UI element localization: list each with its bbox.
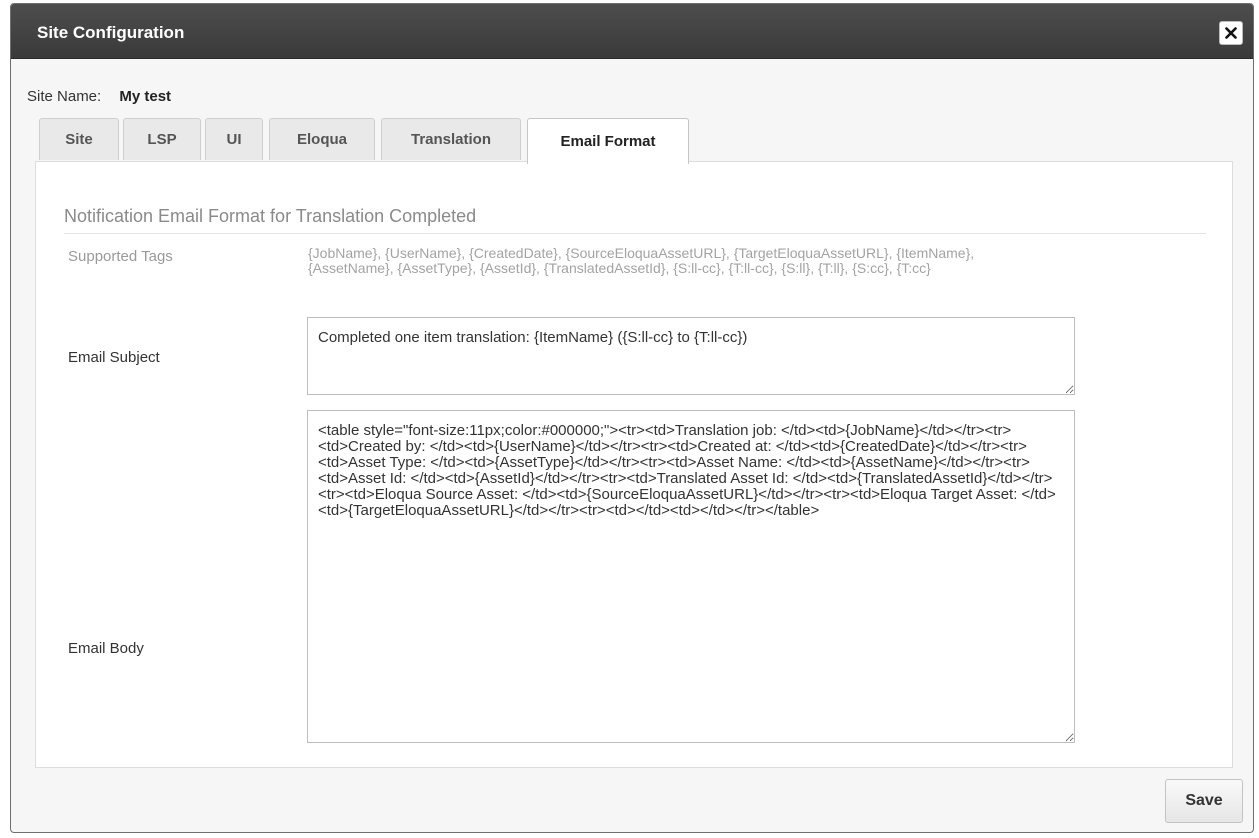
close-icon	[1225, 27, 1237, 39]
tab-lsp[interactable]: LSP	[123, 118, 201, 160]
tab-email-format[interactable]: Email Format	[527, 118, 689, 164]
tab-site[interactable]: Site	[39, 118, 119, 160]
save-button[interactable]: Save	[1165, 779, 1243, 823]
site-configuration-dialog: Site Configuration Site Name: My test Si…	[10, 3, 1254, 833]
email-format-panel: Notification Email Format for Translatio…	[35, 161, 1233, 768]
section-divider	[64, 233, 1206, 234]
site-name-label: Site Name:	[27, 88, 102, 105]
email-body-label: Email Body	[68, 640, 144, 657]
section-title: Notification Email Format for Translatio…	[64, 206, 477, 226]
email-body-field[interactable]: <table style="font-size:11px;color:#0000…	[307, 410, 1075, 743]
site-name-row: Site Name: My test	[27, 88, 171, 105]
close-button[interactable]	[1219, 21, 1243, 45]
tab-eloqua[interactable]: Eloqua	[269, 118, 375, 160]
dialog-titlebar: Site Configuration	[11, 4, 1253, 59]
supported-tags-label: Supported Tags	[68, 248, 173, 265]
tab-ui[interactable]: UI	[205, 118, 263, 160]
supported-tags-value: {JobName}, {UserName}, {CreatedDate}, {S…	[308, 245, 975, 276]
dialog-title: Site Configuration	[37, 23, 185, 42]
tab-translation[interactable]: Translation	[381, 118, 521, 160]
site-name-value: My test	[119, 88, 172, 105]
email-subject-field[interactable]: Completed one item translation: {ItemNam…	[307, 317, 1075, 395]
email-subject-label: Email Subject	[68, 349, 160, 366]
